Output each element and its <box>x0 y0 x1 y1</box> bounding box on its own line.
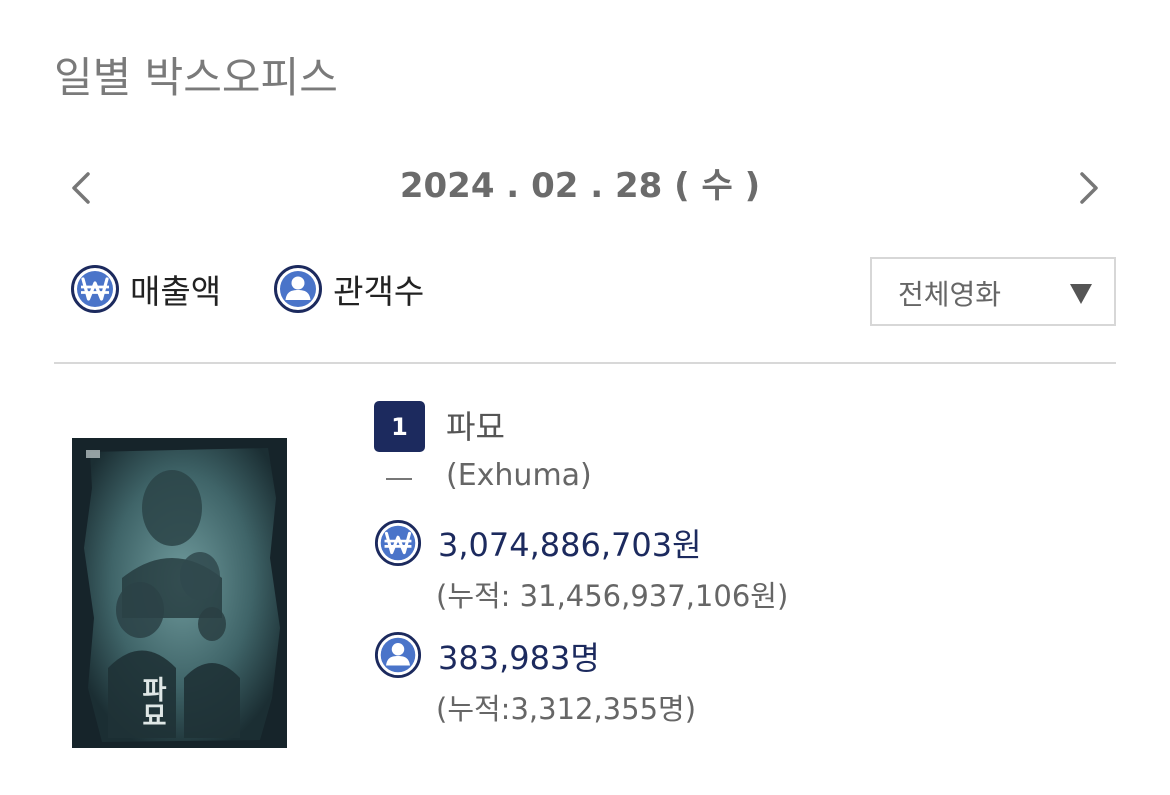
won-icon <box>70 264 120 314</box>
divider <box>54 362 1116 364</box>
mode-toggle: 매출액 관객수 <box>70 264 476 314</box>
page-title: 일별 박스오피스 <box>54 53 338 102</box>
date-label: 2024 . 02 . 28 ( 수 ) <box>399 166 761 206</box>
triangle-down-icon <box>1070 284 1092 304</box>
movie-original-title: (Exhuma) <box>446 458 592 493</box>
movie-filter-select[interactable]: 전체영화 <box>870 257 1116 326</box>
person-icon <box>374 631 422 679</box>
won-icon <box>374 519 422 567</box>
movie-title[interactable]: 파묘 <box>446 402 505 448</box>
audience-mode-button[interactable]: 관객수 <box>273 264 424 314</box>
chevron-right-icon <box>1080 172 1098 204</box>
movie-poster[interactable]: 파묘 <box>72 438 287 748</box>
box-office-page: 일별 박스오피스 2024 . 02 . 28 ( 수 ) 매출액 관객수 전체… <box>0 0 1170 795</box>
filter-selected-value: 전체영화 <box>898 278 1002 311</box>
next-date-button[interactable] <box>1066 166 1110 210</box>
sales-mode-button[interactable]: 매출액 <box>70 264 221 314</box>
daily-audience-value: 383,983명 <box>438 639 600 677</box>
rank-change-dash <box>386 478 412 480</box>
sales-mode-label: 매출액 <box>130 272 222 311</box>
person-icon <box>273 264 323 314</box>
cumulative-audience-value: (누적:3,312,355명) <box>436 692 697 726</box>
daily-sales-value: 3,074,886,703원 <box>438 526 702 564</box>
cumulative-sales-value: (누적: 31,456,937,106원) <box>436 579 789 613</box>
rank-badge: 1 <box>374 401 425 452</box>
audience-mode-label: 관객수 <box>333 272 425 311</box>
prev-date-button[interactable] <box>60 166 104 210</box>
chevron-left-icon <box>72 172 90 204</box>
poster-title-text: 파묘 <box>137 676 167 728</box>
